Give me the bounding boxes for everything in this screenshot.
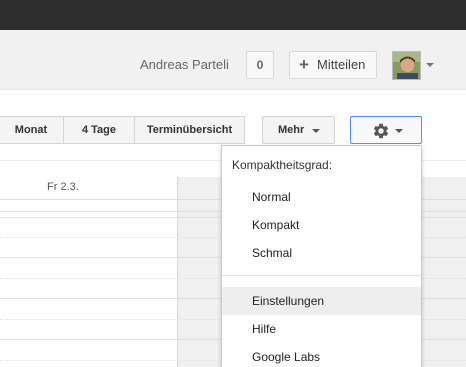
settings-button[interactable] <box>350 116 422 144</box>
density-heading: Kompaktheitsgrad: <box>232 158 333 172</box>
menu-item-google-labs[interactable]: Google Labs <box>222 343 421 367</box>
view-month-button[interactable]: Monat <box>0 116 64 144</box>
view-agenda-button[interactable]: Terminübersicht <box>134 116 245 144</box>
menu-item-settings[interactable]: Einstellungen <box>222 287 421 315</box>
caret-down-icon <box>312 129 320 133</box>
menu-divider <box>222 275 421 276</box>
day-column-header[interactable]: Fr 2.3. <box>47 181 79 193</box>
density-option-compact[interactable]: Kompakt <box>222 211 421 239</box>
notification-count-button[interactable]: 0 <box>246 51 274 79</box>
caret-down-icon[interactable] <box>426 63 434 67</box>
more-button-label: Mehr <box>278 124 305 136</box>
menu-item-help[interactable]: Hilfe <box>222 315 421 343</box>
density-option-narrow[interactable]: Schmal <box>222 239 421 267</box>
density-option-normal[interactable]: Normal <box>222 183 421 211</box>
caret-down-icon <box>395 129 403 133</box>
user-name-link[interactable]: Andreas Parteli <box>140 57 229 72</box>
plus-icon: + <box>299 55 309 74</box>
settings-dropdown-menu: Kompaktheitsgrad: Normal Kompakt Schmal … <box>221 145 422 367</box>
more-button[interactable]: Mehr <box>262 116 335 144</box>
top-bar <box>0 0 466 30</box>
share-button[interactable]: + Mitteilen <box>289 51 377 79</box>
view-4-days-button[interactable]: 4 Tage <box>63 116 135 144</box>
avatar[interactable] <box>392 51 421 80</box>
share-button-label: Mitteilen <box>317 57 366 72</box>
gear-icon <box>373 123 389 139</box>
